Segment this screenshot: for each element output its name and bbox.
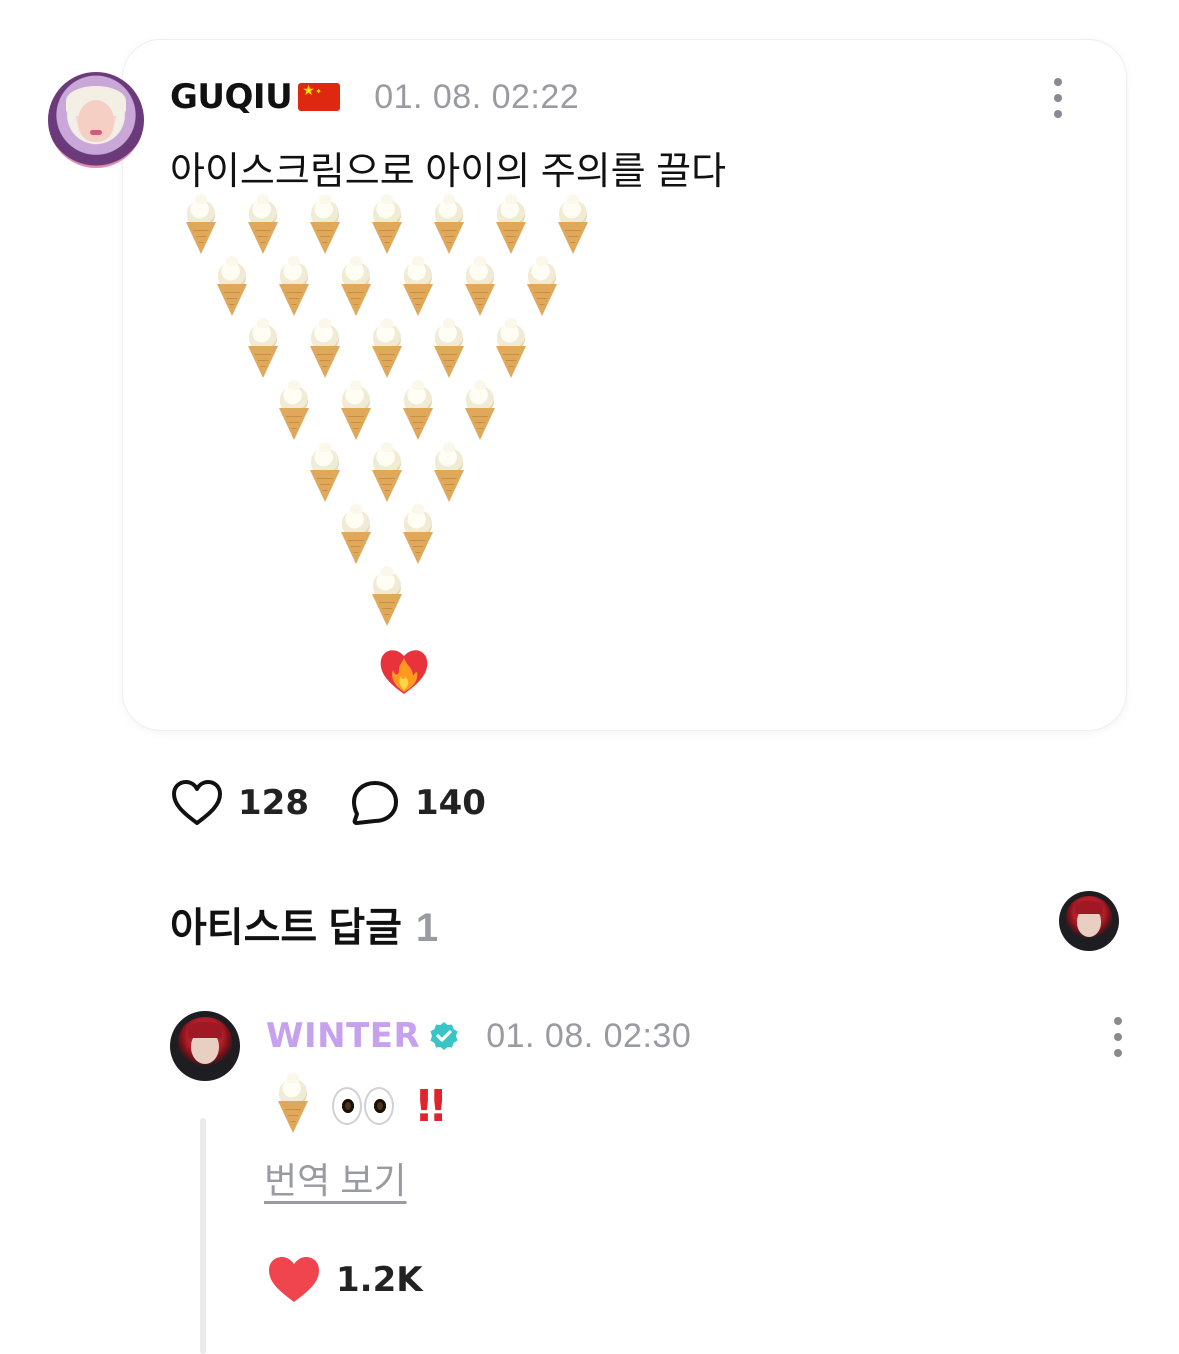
like-count: 128 — [238, 783, 309, 823]
ice-cream-icon — [397, 256, 439, 318]
eyes-icon — [332, 1087, 396, 1125]
ice-cream-icon — [335, 380, 377, 442]
ice-cream-icon — [335, 504, 377, 566]
ice-cream-icon — [180, 194, 222, 256]
ice-cream-icon — [428, 194, 470, 256]
china-flag-icon — [298, 83, 341, 111]
ice-cream-row — [335, 504, 459, 568]
ice-cream-icon — [552, 194, 594, 256]
like-button[interactable]: 128 — [170, 779, 309, 827]
ice-cream-icon — [335, 256, 377, 318]
ice-cream-icon — [397, 504, 439, 566]
post-timestamp: 01. 08. 02:22 — [374, 77, 580, 116]
reply-author-avatar[interactable] — [170, 1011, 240, 1081]
reply-more-options-icon[interactable] — [1112, 1017, 1124, 1057]
ice-cream-icon — [490, 318, 532, 380]
double-exclamation-icon: !! — [414, 1080, 448, 1132]
speech-bubble-icon — [351, 781, 398, 825]
ice-cream-icon — [273, 380, 315, 442]
post-more-options-icon[interactable] — [1052, 78, 1064, 118]
ice-cream-icon — [211, 256, 253, 318]
verified-badge-icon — [430, 1022, 458, 1050]
ice-cream-icon — [366, 318, 408, 380]
ice-cream-row — [273, 380, 521, 444]
ice-cream-icon — [366, 442, 408, 504]
reply-timestamp: 01. 08. 02:30 — [486, 1016, 692, 1055]
ice-cream-icon — [428, 318, 470, 380]
post-detail-page: GUQIU 01. 08. 02:22 아이스크림으로 아이의 주의를 끌다 1… — [0, 0, 1179, 1354]
ice-cream-row — [180, 194, 614, 258]
ice-cream-row — [304, 442, 490, 506]
artist-replies-count: 1 — [415, 906, 439, 950]
ice-cream-row — [242, 318, 552, 382]
avatar-mouth — [90, 130, 102, 135]
post-actions: 128 140 — [170, 775, 526, 831]
ice-cream-icon — [459, 380, 501, 442]
comment-button[interactable]: 140 — [349, 778, 486, 828]
ice-cream-icon — [273, 256, 315, 318]
reply-content: !! — [272, 1073, 448, 1135]
avatar-face — [78, 100, 114, 142]
ice-cream-icon — [490, 194, 532, 256]
artist-replies-label: 아티스트 답글 — [170, 906, 402, 950]
translate-link[interactable]: 번역 보기 — [264, 1152, 406, 1204]
author-name[interactable]: GUQIU — [170, 77, 293, 117]
ice-cream-icon — [304, 194, 346, 256]
ice-cream-icon — [304, 318, 346, 380]
reply-like-count: 1.2K — [336, 1260, 423, 1300]
ice-cream-icon — [242, 318, 284, 380]
ice-cream-icon — [272, 1073, 314, 1135]
ice-cream-icon — [304, 442, 346, 504]
ice-cream-icon — [459, 256, 501, 318]
post-text: 아이스크림으로 아이의 주의를 끌다 — [170, 151, 727, 193]
artist-replies-title: 아티스트 답글 1 — [170, 895, 438, 953]
ice-cream-icon — [521, 256, 563, 318]
heart-on-fire-icon — [380, 650, 428, 694]
heart-filled-icon — [269, 1257, 319, 1302]
author-avatar[interactable] — [48, 72, 144, 168]
ice-cream-row — [366, 566, 428, 630]
post-header: GUQIU 01. 08. 02:22 — [170, 74, 579, 120]
heart-outline-icon — [172, 780, 222, 825]
reply-header: WINTER 01. 08. 02:30 — [266, 1014, 691, 1058]
ice-cream-icon — [428, 442, 470, 504]
ice-cream-icon — [366, 566, 408, 628]
reply-author-name[interactable]: WINTER — [266, 1016, 420, 1056]
reply-thread-line — [200, 1118, 206, 1354]
ice-cream-icon — [242, 194, 284, 256]
reply-like-button[interactable]: 1.2K — [266, 1252, 423, 1308]
comment-count: 140 — [414, 783, 486, 823]
ice-cream-icon — [366, 194, 408, 256]
ice-cream-row — [211, 256, 583, 320]
ice-cream-icon — [397, 380, 439, 442]
artist-avatar-small[interactable] — [1059, 891, 1119, 951]
